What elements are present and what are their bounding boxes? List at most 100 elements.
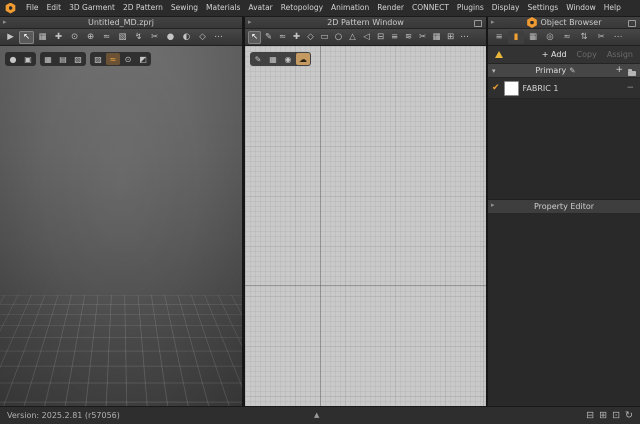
expand-icon[interactable]: ▾ bbox=[492, 67, 496, 75]
tool-pose[interactable]: ◇ bbox=[195, 31, 210, 44]
menu-retopology[interactable]: Retopology bbox=[277, 0, 327, 16]
menu-edit[interactable]: Edit bbox=[43, 0, 66, 16]
menu-help[interactable]: Help bbox=[600, 0, 625, 16]
tool-rectangle[interactable]: ▭ bbox=[318, 31, 331, 44]
undock-icon[interactable] bbox=[474, 20, 482, 27]
tab-graphic[interactable]: ▦ bbox=[525, 31, 541, 44]
ovl-show-seams[interactable]: ≈ bbox=[106, 53, 120, 65]
menu-render[interactable]: Render bbox=[373, 0, 408, 16]
tool-transform-pattern[interactable]: ↖ bbox=[248, 30, 261, 44]
tool-scissors[interactable]: ✂ bbox=[147, 31, 162, 44]
menu-connect[interactable]: CONNECT bbox=[408, 0, 453, 16]
tool-edit-pattern[interactable]: ✎ bbox=[262, 31, 275, 44]
menu-display[interactable]: Display bbox=[488, 0, 524, 16]
tool-grading[interactable]: ⊞ bbox=[444, 31, 457, 44]
tool-polygon[interactable]: ◇ bbox=[304, 31, 317, 44]
undock-icon[interactable] bbox=[628, 20, 636, 27]
tool-sewing-3d[interactable]: ≈ bbox=[99, 31, 114, 44]
ovl-show-pins[interactable]: ⊙ bbox=[121, 53, 135, 65]
tool-free-sewing[interactable]: ≋ bbox=[402, 31, 415, 44]
menu-avatar[interactable]: Avatar bbox=[244, 0, 276, 16]
menu-3d-garment[interactable]: 3D Garment bbox=[65, 0, 119, 16]
menu-materials[interactable]: Materials bbox=[202, 0, 244, 16]
ovl-surface-textured[interactable]: ▦ bbox=[41, 53, 55, 65]
pane-menu-icon[interactable]: ▸ bbox=[248, 17, 252, 28]
tab-scene[interactable]: ≡ bbox=[491, 31, 507, 44]
tab-topstitch[interactable]: ≈ bbox=[559, 31, 575, 44]
panel-collapse-icon[interactable]: ▸ bbox=[491, 200, 495, 211]
menu-settings[interactable]: Settings bbox=[523, 0, 562, 16]
add-fabric-icon[interactable]: + bbox=[615, 64, 623, 77]
tool-select-mesh[interactable]: ▦ bbox=[35, 31, 50, 44]
tab-trim[interactable]: ✂ bbox=[593, 31, 609, 44]
panel-collapse-icon[interactable]: ▸ bbox=[491, 17, 495, 28]
tool-wind[interactable]: ↯ bbox=[131, 31, 146, 44]
ovl2d-info[interactable]: ◉ bbox=[281, 53, 295, 65]
menu-plugins[interactable]: Plugins bbox=[453, 0, 488, 16]
window-layout-split-icon[interactable]: ⊞ bbox=[599, 410, 607, 421]
pattern-boundary-line bbox=[483, 46, 484, 406]
tool-pin[interactable]: ⊙ bbox=[67, 31, 82, 44]
rename-icon[interactable]: ✎ bbox=[569, 66, 575, 75]
refresh-icon[interactable]: ↻ bbox=[625, 410, 633, 421]
object-browser-titlebar[interactable]: ▸ Object Browser bbox=[488, 17, 640, 29]
tool-edit-sewing[interactable]: ✂ bbox=[416, 31, 429, 44]
collapse-item-icon[interactable]: − bbox=[626, 83, 636, 93]
pattern-2d-titlebar[interactable]: ▸ 2D Pattern Window bbox=[245, 17, 486, 29]
pattern-2d-overlay-toolbar: ✎ ▦ ◉ ☁ bbox=[250, 52, 311, 66]
tool-transform-gizmo[interactable]: ✚ bbox=[51, 31, 66, 44]
tool-seam-allowance[interactable]: ⊟ bbox=[374, 31, 387, 44]
ovl-show-strain[interactable]: ◩ bbox=[136, 53, 150, 65]
ovl2d-sync[interactable]: ☁ bbox=[296, 53, 310, 65]
window-layout-quad-icon[interactable]: ⊡ bbox=[612, 410, 620, 421]
ovl-surface-mono[interactable]: ▤ bbox=[56, 53, 70, 65]
tool-edit-curvature[interactable]: ≈ bbox=[276, 31, 289, 44]
fabric-color-swatch[interactable] bbox=[503, 80, 519, 96]
window-layout-single-icon[interactable]: ⊟ bbox=[586, 410, 594, 421]
copy-button[interactable]: Copy bbox=[577, 50, 597, 59]
tool-more-2d[interactable]: ⋯ bbox=[458, 31, 471, 44]
viewport-3d-titlebar[interactable]: ▸ Untitled_MD.zprj bbox=[0, 17, 242, 29]
add-button[interactable]: + Add bbox=[542, 50, 567, 59]
ovl-show-avatar[interactable]: ● bbox=[6, 53, 20, 65]
panel-expander-icon[interactable]: ▲ bbox=[314, 407, 319, 423]
active-check-icon[interactable]: ✔ bbox=[492, 83, 500, 93]
pane-menu-icon[interactable]: ▸ bbox=[3, 17, 7, 28]
assign-button[interactable]: Assign bbox=[607, 50, 633, 59]
tool-more-3d[interactable]: ⋯ bbox=[211, 31, 226, 44]
primary-section-header[interactable]: ▾ Primary ✎ + bbox=[488, 64, 640, 78]
object-browser-title: Object Browser bbox=[540, 18, 602, 27]
menu-window[interactable]: Window bbox=[562, 0, 600, 16]
toolbar-3d: ▶ ↖ ▦ ✚ ⊙ ⊕ ≈ ▧ ↯ ✂ ● ◐ ◇ ⋯ bbox=[0, 29, 242, 46]
tool-dart[interactable]: △ bbox=[346, 31, 359, 44]
tool-segment-sewing[interactable]: ≡ bbox=[388, 31, 401, 44]
viewport-3d-canvas[interactable]: ● ▣ ▦ ▤ ▧ ▨ ≈ ⊙ ◩ bbox=[0, 46, 242, 406]
menu-animation[interactable]: Animation bbox=[327, 0, 373, 16]
menu-2d-pattern[interactable]: 2D Pattern bbox=[119, 0, 167, 16]
tool-fold-arrangement[interactable]: ▧ bbox=[115, 31, 130, 44]
ovl2d-edit[interactable]: ✎ bbox=[251, 53, 265, 65]
tool-tack-on-avatar[interactable]: ⊕ bbox=[83, 31, 98, 44]
fabric-list-item[interactable]: ✔ FABRIC 1 − bbox=[488, 78, 640, 99]
tool-show-avatar[interactable]: ● bbox=[163, 31, 178, 44]
ovl-surface-mesh[interactable]: ▧ bbox=[71, 53, 85, 65]
tool-notch[interactable]: ◁ bbox=[360, 31, 373, 44]
tool-arrangement-points[interactable]: ◐ bbox=[179, 31, 194, 44]
tab-more[interactable]: ⋯ bbox=[610, 31, 626, 44]
pattern-2d-canvas[interactable]: ✎ ▦ ◉ ☁ bbox=[245, 46, 486, 406]
ovl-show-internal-lines[interactable]: ▨ bbox=[91, 53, 105, 65]
property-editor-header[interactable]: ▸ Property Editor bbox=[488, 199, 640, 214]
menu-sewing[interactable]: Sewing bbox=[167, 0, 202, 16]
menu-file[interactable]: File bbox=[22, 0, 43, 16]
warning-icon bbox=[495, 51, 503, 58]
tool-texture-editor[interactable]: ▦ bbox=[430, 31, 443, 44]
ovl2d-grid[interactable]: ▦ bbox=[266, 53, 280, 65]
tool-select-move[interactable]: ↖ bbox=[19, 30, 34, 44]
tab-fabric[interactable]: ▮ bbox=[508, 30, 524, 44]
ovl-show-garment[interactable]: ▣ bbox=[21, 53, 35, 65]
tab-zipper[interactable]: ⇅ bbox=[576, 31, 592, 44]
tool-add-point[interactable]: ✚ bbox=[290, 31, 303, 44]
tab-button[interactable]: ◎ bbox=[542, 31, 558, 44]
tool-circle[interactable]: ○ bbox=[332, 31, 345, 44]
tool-simulate[interactable]: ▶ bbox=[3, 31, 18, 44]
